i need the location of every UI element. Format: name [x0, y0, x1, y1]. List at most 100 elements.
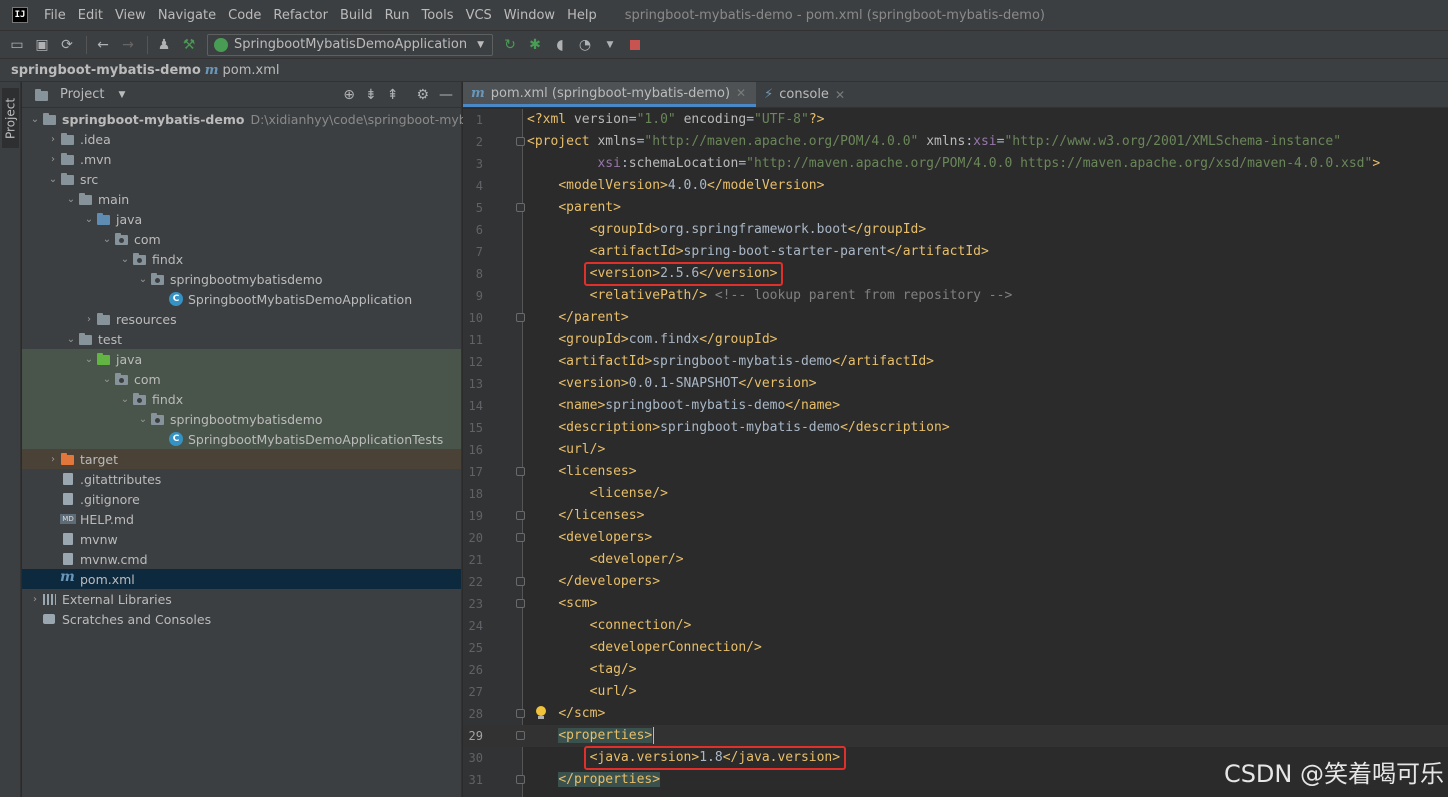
- fold-marker-icon[interactable]: [516, 533, 525, 542]
- code-line[interactable]: 16 <url/>: [463, 439, 1448, 461]
- tree-item-src[interactable]: ⌄ src: [22, 169, 461, 189]
- back-arrow-icon[interactable]: ←: [92, 34, 114, 56]
- menu-view[interactable]: View: [109, 8, 152, 23]
- hide-panel-icon[interactable]: —: [439, 87, 453, 103]
- code-line[interactable]: 28 </scm>: [463, 703, 1448, 725]
- rerun-icon[interactable]: ↻: [499, 34, 521, 56]
- fold-marker-icon[interactable]: [516, 511, 525, 520]
- tree-item-idea[interactable]: › .idea: [22, 129, 461, 149]
- tree-item-mvn[interactable]: › .mvn: [22, 149, 461, 169]
- chevron-down-icon[interactable]: ▼: [118, 90, 125, 100]
- fold-marker-icon[interactable]: [516, 599, 525, 608]
- code-line[interactable]: 22 </developers>: [463, 571, 1448, 593]
- tree-item-springbootmybatisdemoapplicationtests[interactable]: SpringbootMybatisDemoApplicationTests: [22, 429, 461, 449]
- code-line[interactable]: 3 xsi:schemaLocation="http://maven.apach…: [463, 153, 1448, 175]
- code-line[interactable]: 7 <artifactId>spring-boot-starter-parent…: [463, 241, 1448, 263]
- more-run-options-icon[interactable]: ▼: [599, 34, 621, 56]
- code-line[interactable]: 9 <relativePath/> <!-- lookup parent fro…: [463, 285, 1448, 307]
- chevron-down-icon[interactable]: ⌄: [64, 334, 78, 345]
- menu-tools[interactable]: Tools: [416, 8, 460, 23]
- code-line[interactable]: 23 <scm>: [463, 593, 1448, 615]
- sync-icon[interactable]: ⟳: [56, 34, 78, 56]
- code-line[interactable]: 20 <developers>: [463, 527, 1448, 549]
- code-line[interactable]: 15 <description>springboot-mybatis-demo<…: [463, 417, 1448, 439]
- lightbulb-icon[interactable]: [535, 706, 547, 722]
- tree-item-findx[interactable]: ⌄ findx: [22, 249, 461, 269]
- chevron-down-icon[interactable]: ⌄: [82, 354, 96, 365]
- menu-help[interactable]: Help: [561, 8, 603, 23]
- code-line[interactable]: 19 </licenses>: [463, 505, 1448, 527]
- chevron-down-icon[interactable]: ⌄: [136, 414, 150, 425]
- editor-tab-pom-xml[interactable]: m pom.xml (springboot-mybatis-demo) ✕: [463, 82, 757, 107]
- tree-item-resources[interactable]: › resources: [22, 309, 461, 329]
- menu-file[interactable]: File: [38, 8, 72, 23]
- expand-all-icon[interactable]: ⇟: [365, 87, 377, 103]
- open-folder-icon[interactable]: ▭: [6, 34, 28, 56]
- chevron-right-icon[interactable]: ›: [46, 454, 60, 465]
- fold-marker-icon[interactable]: [516, 313, 525, 322]
- fold-marker-icon[interactable]: [516, 467, 525, 476]
- fold-marker-icon[interactable]: [516, 203, 525, 212]
- tree-item-gitignore[interactable]: .gitignore: [22, 489, 461, 509]
- tree-item-scratches-and-consoles[interactable]: Scratches and Consoles: [22, 609, 461, 629]
- fold-marker-icon[interactable]: [516, 577, 525, 586]
- tree-item-gitattributes[interactable]: .gitattributes: [22, 469, 461, 489]
- code-editor[interactable]: 1 <?xml version="1.0" encoding="UTF-8"?> 2…: [463, 109, 1448, 797]
- project-view-selector[interactable]: Project: [60, 87, 104, 102]
- menu-refactor[interactable]: Refactor: [267, 8, 334, 23]
- tree-item-target[interactable]: › target: [22, 449, 461, 469]
- breadcrumb-file[interactable]: pom.xml: [223, 63, 280, 78]
- gear-icon[interactable]: ⚙: [416, 87, 429, 103]
- tree-item-help-md[interactable]: HELP.md: [22, 509, 461, 529]
- tree-item-external-libraries[interactable]: › External Libraries: [22, 589, 461, 609]
- run-configuration-dropdown[interactable]: SpringbootMybatisDemoApplication ▼: [207, 33, 494, 56]
- chevron-down-icon[interactable]: ⌄: [82, 214, 96, 225]
- code-line[interactable]: 6 <groupId>org.springframework.boot</gro…: [463, 219, 1448, 241]
- menu-code[interactable]: Code: [222, 8, 267, 23]
- menu-edit[interactable]: Edit: [72, 8, 109, 23]
- code-line[interactable]: 4 <modelVersion>4.0.0</modelVersion>: [463, 175, 1448, 197]
- code-line[interactable]: 10 </parent>: [463, 307, 1448, 329]
- chevron-down-icon[interactable]: ⌄: [118, 394, 132, 405]
- menu-build[interactable]: Build: [334, 8, 379, 23]
- code-line[interactable]: 29 <properties>: [463, 725, 1448, 747]
- project-tool-window-tab[interactable]: Project: [2, 88, 19, 148]
- chevron-down-icon[interactable]: ⌄: [100, 374, 114, 385]
- editor-tab-console[interactable]: ⚡ console ✕: [756, 82, 855, 107]
- chevron-down-icon[interactable]: ⌄: [100, 234, 114, 245]
- code-line[interactable]: 21 <developer/>: [463, 549, 1448, 571]
- code-line[interactable]: 18 <license/>: [463, 483, 1448, 505]
- tree-item-com[interactable]: ⌄ com: [22, 369, 461, 389]
- chevron-down-icon[interactable]: ⌄: [118, 254, 132, 265]
- tree-item-springboot-mybatis-demo[interactable]: ⌄ springboot-mybatis-demo D:\xidianhyy\cod…: [22, 109, 494, 129]
- tree-item-main[interactable]: ⌄ main: [22, 189, 461, 209]
- chevron-down-icon[interactable]: ⌄: [46, 174, 60, 185]
- tree-item-springbootmybatisdemo[interactable]: ⌄ springbootmybatisdemo: [22, 269, 461, 289]
- chevron-right-icon[interactable]: ›: [82, 314, 96, 325]
- code-line[interactable]: 1 <?xml version="1.0" encoding="UTF-8"?>: [463, 109, 1448, 131]
- tree-item-java[interactable]: ⌄ java: [22, 209, 461, 229]
- code-line[interactable]: 17 <licenses>: [463, 461, 1448, 483]
- menu-window[interactable]: Window: [498, 8, 561, 23]
- close-icon[interactable]: ✕: [736, 86, 746, 100]
- code-line[interactable]: 2 <project xmlns="http://maven.apache.org…: [463, 131, 1448, 153]
- fold-marker-icon[interactable]: [516, 775, 525, 784]
- close-icon[interactable]: ✕: [835, 88, 845, 102]
- chevron-down-icon[interactable]: ⌄: [64, 194, 78, 205]
- build-hammer-icon[interactable]: ⚒: [178, 34, 200, 56]
- code-line[interactable]: 5 <parent>: [463, 197, 1448, 219]
- chevron-right-icon[interactable]: ›: [46, 154, 60, 165]
- forward-arrow-icon[interactable]: →: [117, 34, 139, 56]
- code-line[interactable]: 24 <connection/>: [463, 615, 1448, 637]
- tree-item-springbootmybatisdemoapplication[interactable]: SpringbootMybatisDemoApplication: [22, 289, 461, 309]
- collapse-all-icon[interactable]: ⇞: [387, 87, 399, 103]
- tree-item-mvnw-cmd[interactable]: mvnw.cmd: [22, 549, 461, 569]
- coverage-shield-icon[interactable]: ◖: [549, 34, 571, 56]
- chevron-down-icon[interactable]: ⌄: [136, 274, 150, 285]
- stop-icon[interactable]: [624, 34, 646, 56]
- chevron-right-icon[interactable]: ›: [28, 594, 42, 605]
- menu-run[interactable]: Run: [379, 8, 416, 23]
- tree-item-com[interactable]: ⌄ com: [22, 229, 461, 249]
- profiler-icon[interactable]: ◔: [574, 34, 596, 56]
- tree-item-java[interactable]: ⌄ java: [22, 349, 461, 369]
